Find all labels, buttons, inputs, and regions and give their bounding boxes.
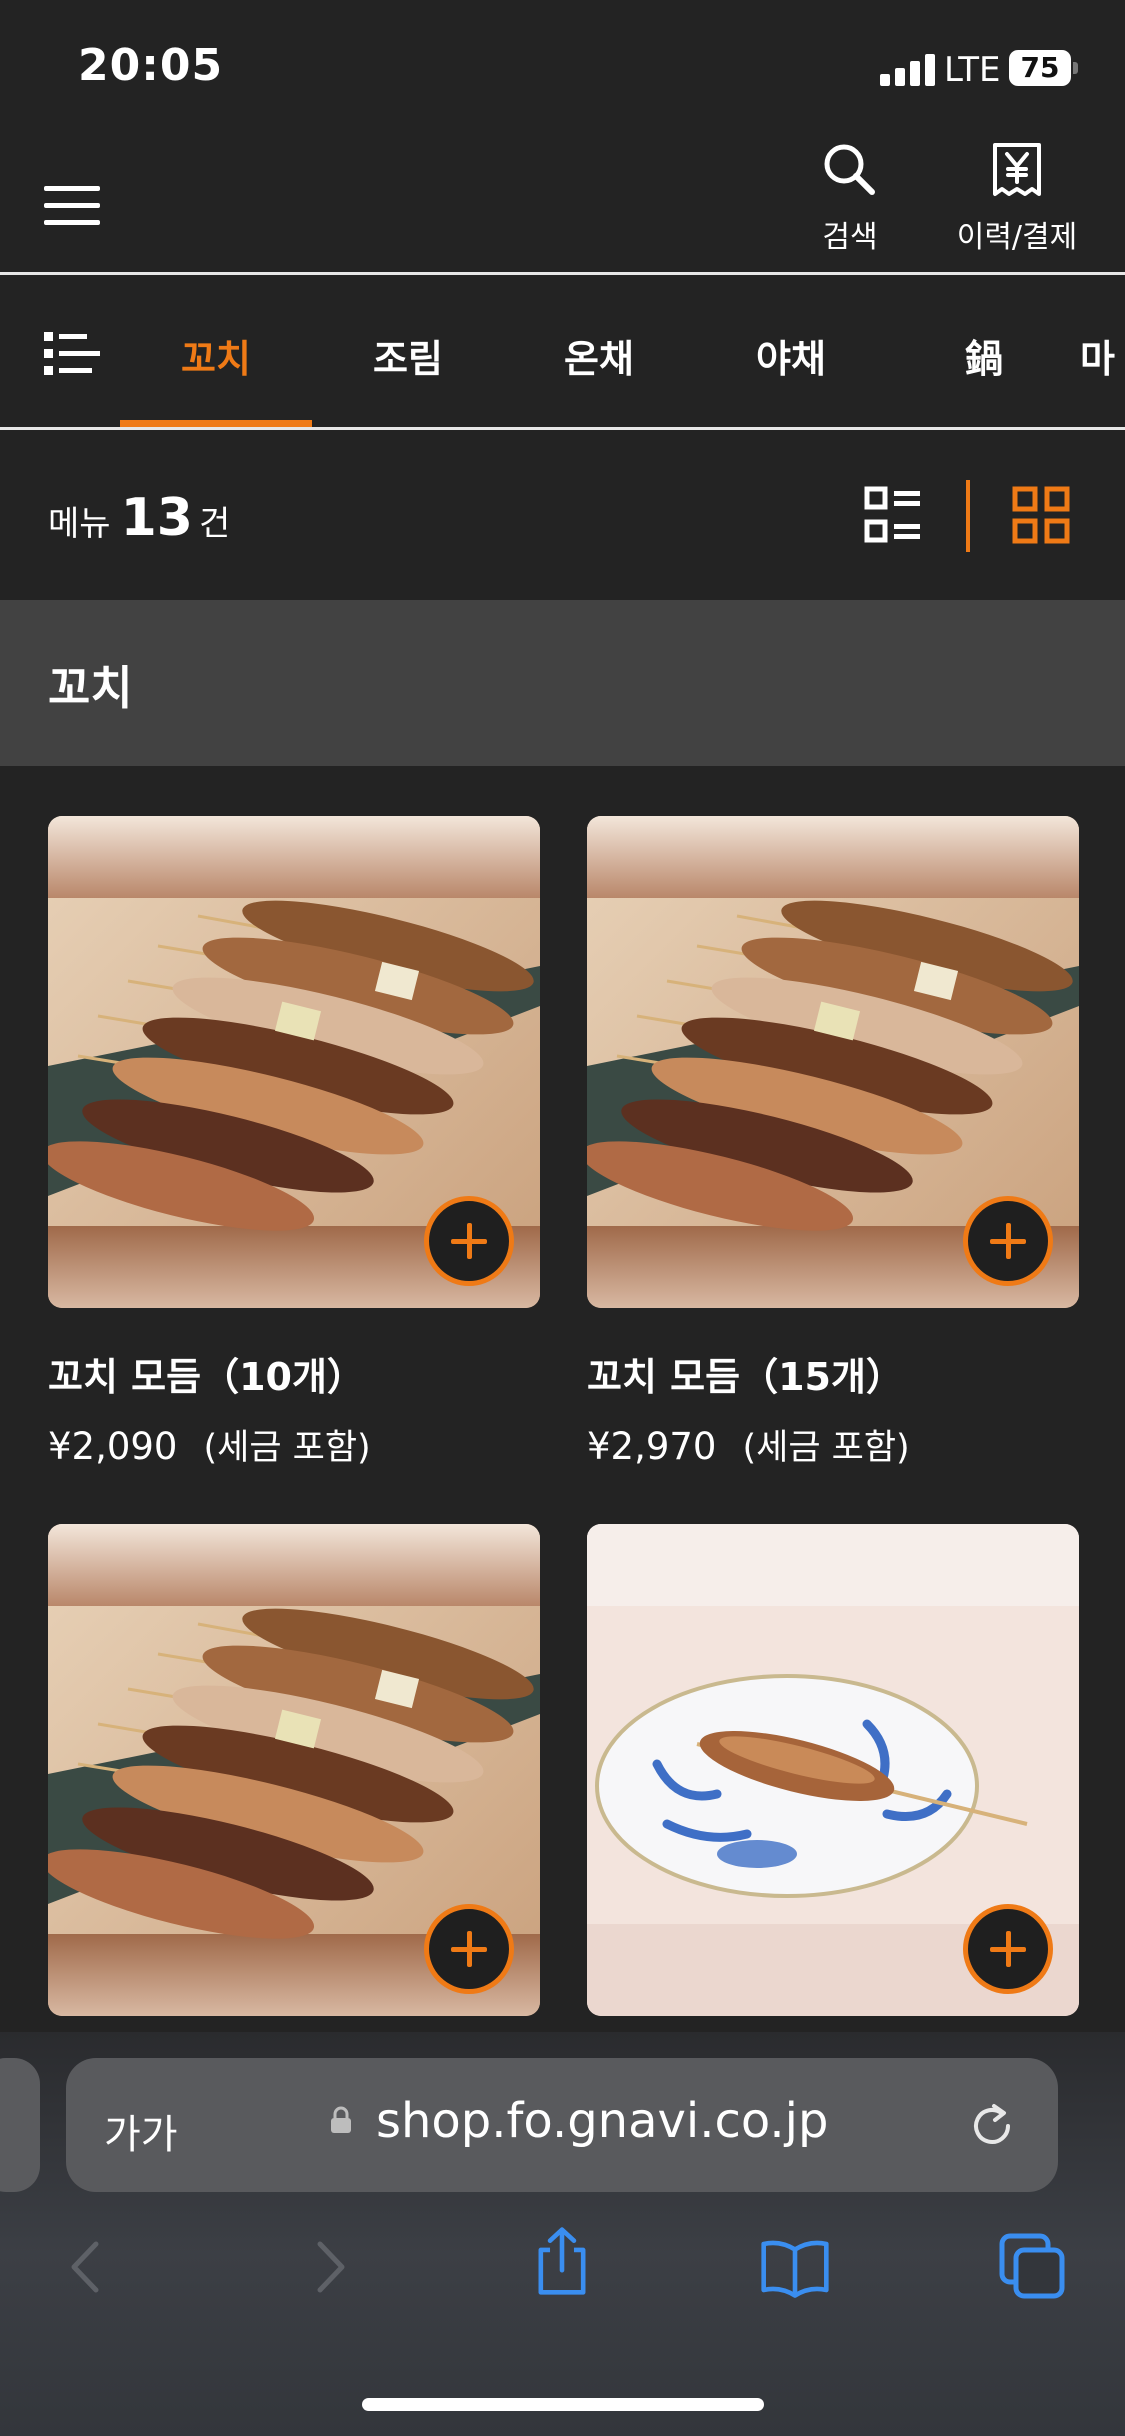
add-to-cart-button[interactable]	[424, 1196, 514, 1286]
tab-hot-dishes[interactable]: 온채	[504, 328, 694, 383]
menu-item-card[interactable]	[587, 1524, 1079, 2016]
menu-item-price: ¥2,970 (세금 포함)	[587, 1419, 1079, 1470]
menu-item-card[interactable]	[48, 1524, 540, 2016]
add-to-cart-button[interactable]	[963, 1196, 1053, 1286]
add-to-cart-button[interactable]	[424, 1904, 514, 1994]
search-label: 검색	[822, 220, 878, 255]
back-icon[interactable]	[52, 2232, 122, 2302]
forward-icon[interactable]	[294, 2232, 364, 2302]
search-icon	[824, 144, 875, 195]
list-view-icon[interactable]	[864, 486, 922, 544]
tabs-divider	[0, 427, 1125, 430]
menu-count-number: 13	[120, 488, 193, 548]
history-payment-button[interactable]: 이력/결제	[950, 142, 1084, 256]
home-indicator	[362, 2398, 764, 2411]
search-button[interactable]: 검색	[800, 140, 900, 256]
bookmarks-icon[interactable]	[760, 2232, 830, 2302]
tab-vegetables[interactable]: 야채	[696, 328, 886, 383]
menu-item-image[interactable]	[48, 1524, 540, 2016]
tabs-icon[interactable]	[998, 2232, 1068, 2302]
section-title: 꼬치	[48, 661, 133, 715]
menu-item-image[interactable]	[587, 1524, 1079, 2016]
hamburger-menu-icon[interactable]	[44, 186, 100, 226]
grid-view-icon[interactable]	[1012, 486, 1070, 544]
url-text[interactable]: shop.fo.gnavi.co.jp	[376, 2093, 828, 2149]
menu-item-image[interactable]	[587, 816, 1079, 1308]
battery-tip	[1073, 62, 1078, 74]
network-type: LTE	[944, 50, 1001, 90]
menu-count: 메뉴 13 건	[48, 488, 230, 548]
reload-icon[interactable]	[964, 2098, 1020, 2154]
menu-count-suffix: 건	[198, 504, 231, 544]
tab-hotpot[interactable]: 鍋	[889, 328, 1079, 383]
add-to-cart-button[interactable]	[963, 1904, 1053, 1994]
lock-icon	[331, 2106, 351, 2133]
menu-item-price: ¥2,090 (세금 포함)	[48, 1419, 540, 1470]
header-divider	[0, 272, 1125, 275]
menu-item-name: 꼬치 모듬（10개）	[48, 1355, 365, 1399]
tab-braised[interactable]: 조림	[313, 328, 503, 383]
price-value: ¥2,090	[48, 1425, 178, 1468]
tab-more[interactable]: 마	[1080, 328, 1125, 383]
section-header	[0, 600, 1125, 766]
page-settings-button[interactable]: 가가	[104, 2102, 178, 2160]
receipt-yen-icon	[993, 143, 1041, 196]
status-time: 20:05	[78, 40, 224, 91]
price-value: ¥2,970	[587, 1425, 717, 1468]
category-list-icon[interactable]	[44, 330, 100, 378]
menu-item-card[interactable]: 꼬치 모듬（15개） ¥2,970 (세금 포함)	[587, 816, 1079, 1470]
battery-icon: 75	[1009, 50, 1071, 86]
share-icon[interactable]	[527, 2226, 597, 2296]
cellular-signal-icon	[880, 52, 936, 86]
history-label: 이력/결제	[956, 220, 1078, 255]
menu-count-prefix: 메뉴	[48, 504, 111, 544]
tax-note: (세금 포함)	[742, 1428, 910, 1468]
menu-item-name: 꼬치 모듬（15개）	[587, 1355, 904, 1399]
tab-skewer[interactable]: 꼬치	[121, 328, 311, 383]
previous-tab-pill[interactable]	[0, 2058, 40, 2192]
tax-note: (세금 포함)	[203, 1428, 371, 1468]
menu-item-card[interactable]: 꼬치 모듬（10개） ¥2,090 (세금 포함)	[48, 816, 540, 1470]
menu-item-image[interactable]	[48, 816, 540, 1308]
view-toggle-separator	[966, 480, 970, 552]
